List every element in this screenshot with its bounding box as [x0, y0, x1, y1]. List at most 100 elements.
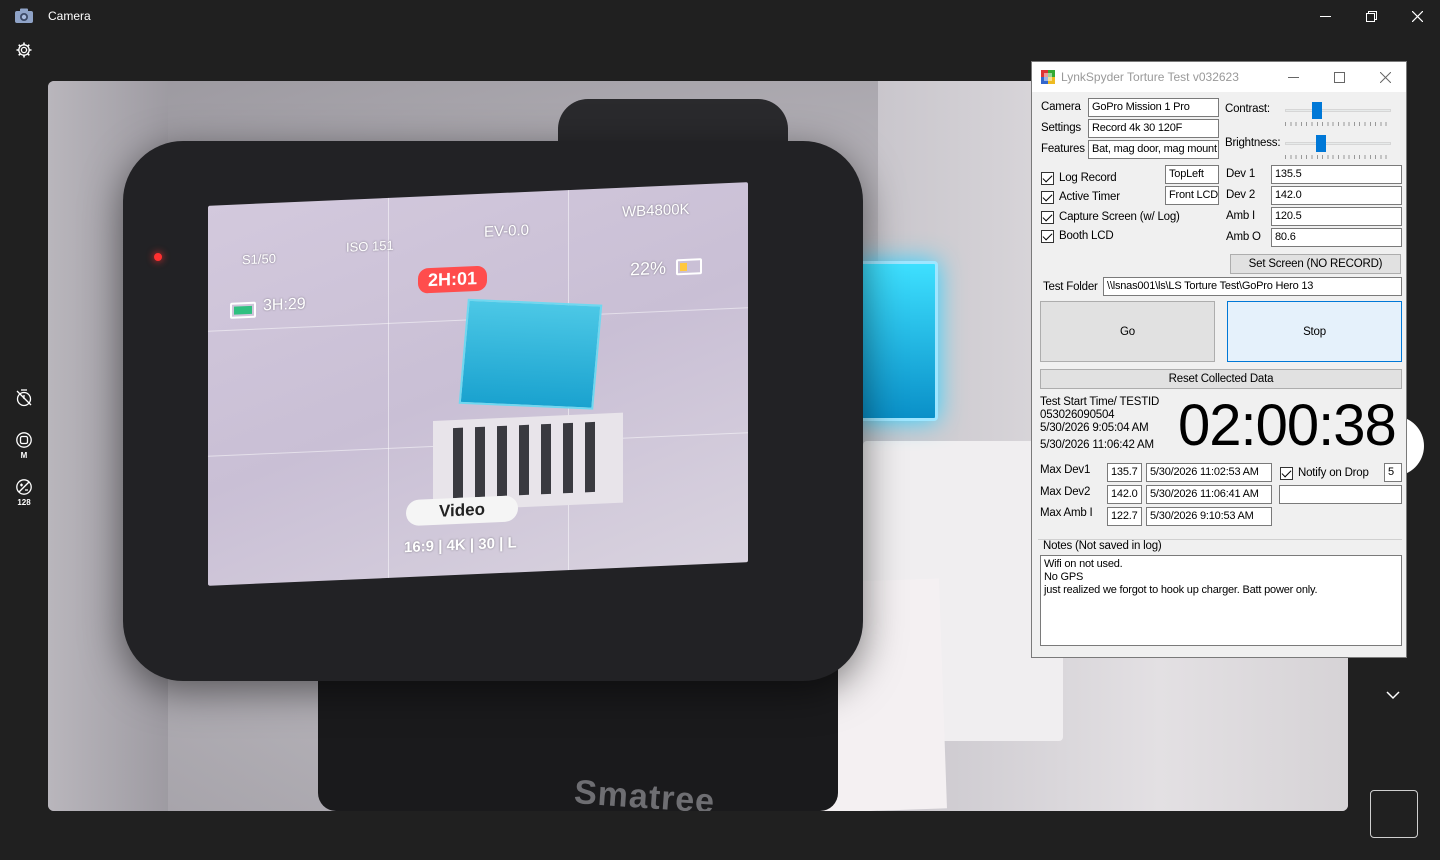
max-dev2-time[interactable]: 5/30/2026 11:06:41 AM: [1146, 485, 1272, 504]
ls-close-button[interactable]: [1362, 62, 1408, 92]
video-quality-icon: [16, 432, 32, 448]
more-controls-button[interactable]: [1384, 686, 1402, 708]
gear-icon: [16, 42, 32, 58]
max-dev1-label: Max Dev1: [1040, 464, 1091, 476]
settings-field[interactable]: Record 4k 30 120F: [1088, 119, 1219, 138]
chevron-down-icon: [1386, 691, 1400, 700]
window-title: Camera: [48, 9, 91, 23]
exposure-icon: [16, 479, 32, 495]
last-capture-thumbnail[interactable]: [1370, 790, 1418, 838]
max-amb-i-value[interactable]: 122.7: [1107, 507, 1142, 526]
position-field[interactable]: TopLeft: [1165, 165, 1219, 184]
amb-o-field[interactable]: 80.6: [1271, 228, 1402, 247]
notes-line: just realized we forgot to hook up charg…: [1044, 584, 1318, 596]
notes-label: Notes (Not saved in log): [1043, 540, 1164, 552]
test-start-time: 5/30/2026 9:05:04 AM: [1040, 422, 1149, 434]
test-folder-label: Test Folder: [1043, 281, 1098, 293]
video-quality-label: M: [20, 451, 28, 460]
amb-i-label: Amb I: [1226, 210, 1256, 222]
lcd-wb: WB4800K: [622, 200, 690, 221]
ls-app-icon: [1041, 70, 1055, 84]
camera-app-icon: [15, 8, 33, 23]
max-dev2-value[interactable]: 142.0: [1107, 485, 1142, 504]
camera-lcd-screen: S1/50 ISO 151 EV-0.0 WB4800K 3H:29 2H:01…: [208, 182, 748, 586]
reset-collected-data-button[interactable]: Reset Collected Data: [1040, 369, 1402, 389]
ls-titlebar: LynkSpyder Torture Test v032623: [1032, 62, 1406, 92]
elapsed-timer: 02:00:38: [1178, 393, 1397, 458]
max-dev2-label: Max Dev2: [1040, 486, 1091, 498]
settings-label: Settings: [1041, 122, 1081, 134]
brightness-slider[interactable]: [1285, 135, 1391, 161]
capture-screen-checkbox[interactable]: [1041, 211, 1054, 224]
set-screen-button[interactable]: Set Screen (NO RECORD): [1230, 254, 1401, 274]
lcd-format: 16:9 | 4K | 30 | L: [404, 534, 517, 557]
go-button[interactable]: Go: [1040, 301, 1215, 362]
test-folder-field[interactable]: \\lsnas001\ls\LS Torture Test\GoPro Hero…: [1103, 277, 1402, 296]
iso-label: 128: [17, 498, 31, 507]
notify-extra-field[interactable]: [1279, 485, 1402, 504]
minimize-icon: [1319, 15, 1331, 17]
settings-button[interactable]: [12, 41, 36, 59]
blue-led-block: [853, 261, 938, 421]
max-amb-i-label: Max Amb I: [1040, 507, 1093, 519]
record-led: [154, 253, 162, 261]
amb-o-label: Amb O: [1226, 231, 1261, 243]
max-dev1-time[interactable]: 5/30/2026 11:02:53 AM: [1146, 463, 1272, 482]
stop-button[interactable]: Stop: [1227, 301, 1402, 362]
test-start-heading: Test Start Time/ TESTID: [1040, 396, 1160, 408]
log-record-checkbox[interactable]: [1041, 172, 1054, 185]
notify-on-drop-checkbox[interactable]: [1280, 467, 1293, 480]
minimize-icon: [1287, 76, 1299, 78]
ls-minimize-button[interactable]: [1270, 62, 1316, 92]
ls-maximize-button[interactable]: [1316, 62, 1362, 92]
lcd-heatsink: [433, 412, 623, 511]
features-field[interactable]: Bat, mag door, mag mount: [1088, 140, 1219, 159]
lcd-battery-icon: [676, 258, 702, 276]
brightness-label: Brightness:: [1225, 137, 1281, 149]
notify-on-drop-label: Notify on Drop: [1298, 467, 1369, 479]
max-dev1-value[interactable]: 135.7: [1107, 463, 1142, 482]
close-icon: [1379, 71, 1391, 83]
lcd-blue-block: [458, 298, 603, 410]
capture-screen-label: Capture Screen (w/ Log): [1059, 211, 1180, 223]
maximize-icon: [1333, 71, 1345, 83]
max-amb-i-time[interactable]: 5/30/2026 9:10:53 AM: [1146, 507, 1272, 526]
timer-off-button[interactable]: [12, 389, 36, 407]
dev1-label: Dev 1: [1226, 168, 1256, 180]
notify-threshold-field[interactable]: 5: [1384, 463, 1402, 482]
active-timer-checkbox[interactable]: [1041, 191, 1054, 204]
minimize-button[interactable]: [1302, 0, 1348, 32]
booth-lcd-checkbox[interactable]: [1041, 230, 1054, 243]
log-record-label: Log Record: [1059, 172, 1117, 184]
notes-textarea[interactable]: Wifi on not used. No GPS just realized w…: [1040, 555, 1402, 646]
notes-line: Wifi on not used.: [1044, 558, 1123, 570]
lcd-ev: EV-0.0: [484, 221, 530, 241]
lcd-remaining: 3H:29: [263, 295, 306, 315]
video-quality-button[interactable]: M: [12, 431, 36, 460]
lcd-field[interactable]: Front LCD: [1165, 186, 1219, 205]
dev2-label: Dev 2: [1226, 189, 1256, 201]
close-icon: [1411, 10, 1423, 22]
close-button[interactable]: [1394, 0, 1440, 32]
dev1-field[interactable]: 135.5: [1271, 165, 1402, 184]
maximize-button[interactable]: [1348, 0, 1394, 32]
camera-label: Camera: [1041, 101, 1081, 113]
contrast-slider[interactable]: [1285, 102, 1391, 128]
amb-i-field[interactable]: 120.5: [1271, 207, 1402, 226]
lcd-sd-icon: [230, 301, 256, 319]
camera-titlebar: Camera: [0, 0, 1440, 32]
restore-icon: [1365, 10, 1377, 22]
dev2-field[interactable]: 142.0: [1271, 186, 1402, 205]
features-label: Features: [1041, 143, 1085, 155]
notes-line: No GPS: [1044, 571, 1084, 583]
lcd-shutter: S1/50: [242, 250, 276, 268]
booth-lcd-label: Booth LCD: [1059, 230, 1114, 242]
iso-button[interactable]: 128: [12, 478, 36, 507]
lynkspyder-window: LynkSpyder Torture Test v032623 Camera G…: [1031, 61, 1407, 658]
lcd-record-time: 2H:01: [418, 265, 488, 294]
test-id: 053026090504: [1040, 409, 1115, 421]
lcd-battery-percent: 22%: [630, 257, 667, 280]
timer-off-icon: [16, 389, 32, 407]
lcd-iso: ISO 151: [346, 237, 394, 255]
camera-field[interactable]: GoPro Mission 1 Pro: [1088, 98, 1219, 117]
